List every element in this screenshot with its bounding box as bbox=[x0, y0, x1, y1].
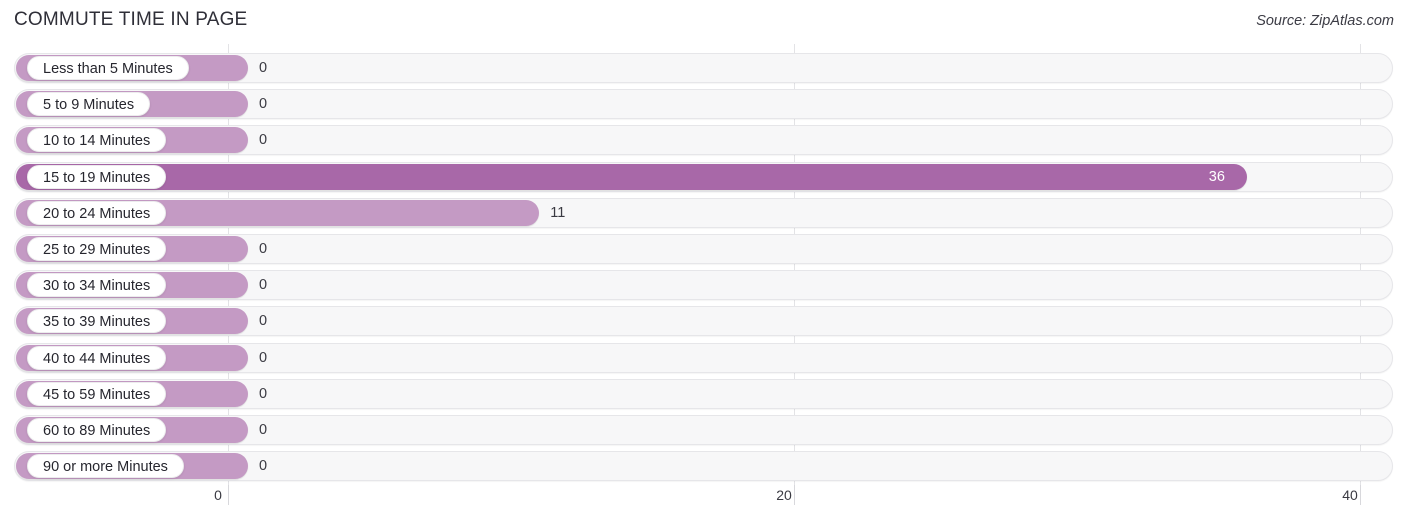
category-label: 5 to 9 Minutes bbox=[27, 92, 151, 117]
bar-value: 0 bbox=[259, 458, 268, 475]
bar-row[interactable]: 10 to 14 Minutes 0 bbox=[0, 125, 1406, 156]
axis-tick-label: 40 bbox=[1342, 487, 1358, 503]
bar-row[interactable]: 45 to 59 Minutes 0 bbox=[0, 378, 1406, 409]
category-label: Less than 5 Minutes bbox=[27, 56, 189, 80]
bar-value: 0 bbox=[259, 277, 268, 294]
category-label: 35 to 39 Minutes bbox=[27, 309, 167, 334]
bar-row[interactable]: Less than 5 Minutes 0 bbox=[0, 53, 1406, 83]
bar-row[interactable]: 20 to 24 Minutes 11 bbox=[0, 197, 1406, 228]
bar-value: 0 bbox=[259, 241, 268, 257]
category-label: 45 to 59 Minutes bbox=[27, 381, 167, 406]
bar-value: 0 bbox=[259, 385, 268, 402]
source-attribution: Source: ZipAtlas.com bbox=[1256, 13, 1394, 29]
bar-value: 0 bbox=[259, 422, 268, 438]
bar-value: 0 bbox=[259, 313, 268, 330]
category-label: 25 to 29 Minutes bbox=[27, 237, 167, 261]
category-label: 40 to 44 Minutes bbox=[27, 345, 167, 370]
axis-tick-label: 20 bbox=[776, 487, 792, 503]
plot-area: Less than 5 Minutes 0 5 to 9 Minutes 0 10 to… bbox=[0, 44, 1406, 485]
axis-tick-mark bbox=[1360, 485, 1361, 505]
bar-row[interactable]: 60 to 89 Minutes 0 bbox=[0, 415, 1406, 445]
category-label: 10 to 14 Minutes bbox=[27, 128, 167, 153]
x-axis: 0 20 40 bbox=[0, 485, 1406, 523]
bar-row[interactable]: 30 to 34 Minutes 0 bbox=[0, 270, 1406, 301]
category-label: 15 to 19 Minutes bbox=[27, 164, 167, 189]
bar-row[interactable]: 40 to 44 Minutes 0 bbox=[0, 342, 1406, 373]
bar-row[interactable]: 25 to 29 Minutes 0 bbox=[0, 234, 1406, 264]
bar-row[interactable]: 15 to 19 Minutes 36 bbox=[0, 161, 1406, 192]
category-label: 20 to 24 Minutes bbox=[27, 200, 167, 225]
bar-value: 0 bbox=[259, 60, 268, 76]
bar-row[interactable]: 35 to 39 Minutes 0 bbox=[0, 306, 1406, 337]
axis-tick-mark bbox=[228, 485, 229, 505]
bar-row[interactable]: 90 or more Minutes 0 bbox=[0, 451, 1406, 482]
bar-row[interactable]: 5 to 9 Minutes 0 bbox=[0, 89, 1406, 120]
bar-rows: Less than 5 Minutes 0 5 to 9 Minutes 0 10 to… bbox=[0, 44, 1406, 485]
chart-header: COMMUTE TIME IN PAGE Source: ZipAtlas.co… bbox=[0, 0, 1406, 44]
axis-tick-label: 0 bbox=[214, 487, 222, 503]
commute-time-bar-chart: COMMUTE TIME IN PAGE Source: ZipAtlas.co… bbox=[0, 0, 1406, 523]
bar-value: 0 bbox=[259, 96, 268, 113]
bar-value-inside: 36 bbox=[1208, 168, 1225, 185]
axis-tick-mark bbox=[794, 485, 795, 505]
page-title: COMMUTE TIME IN PAGE bbox=[14, 9, 248, 30]
bar-value: 0 bbox=[259, 349, 268, 366]
bar-value: 11 bbox=[550, 204, 566, 221]
bar-fill[interactable] bbox=[16, 163, 1247, 190]
category-label: 30 to 34 Minutes bbox=[27, 273, 167, 298]
category-label: 60 to 89 Minutes bbox=[27, 418, 167, 442]
bar-value: 0 bbox=[259, 132, 268, 149]
category-label: 90 or more Minutes bbox=[27, 454, 184, 479]
